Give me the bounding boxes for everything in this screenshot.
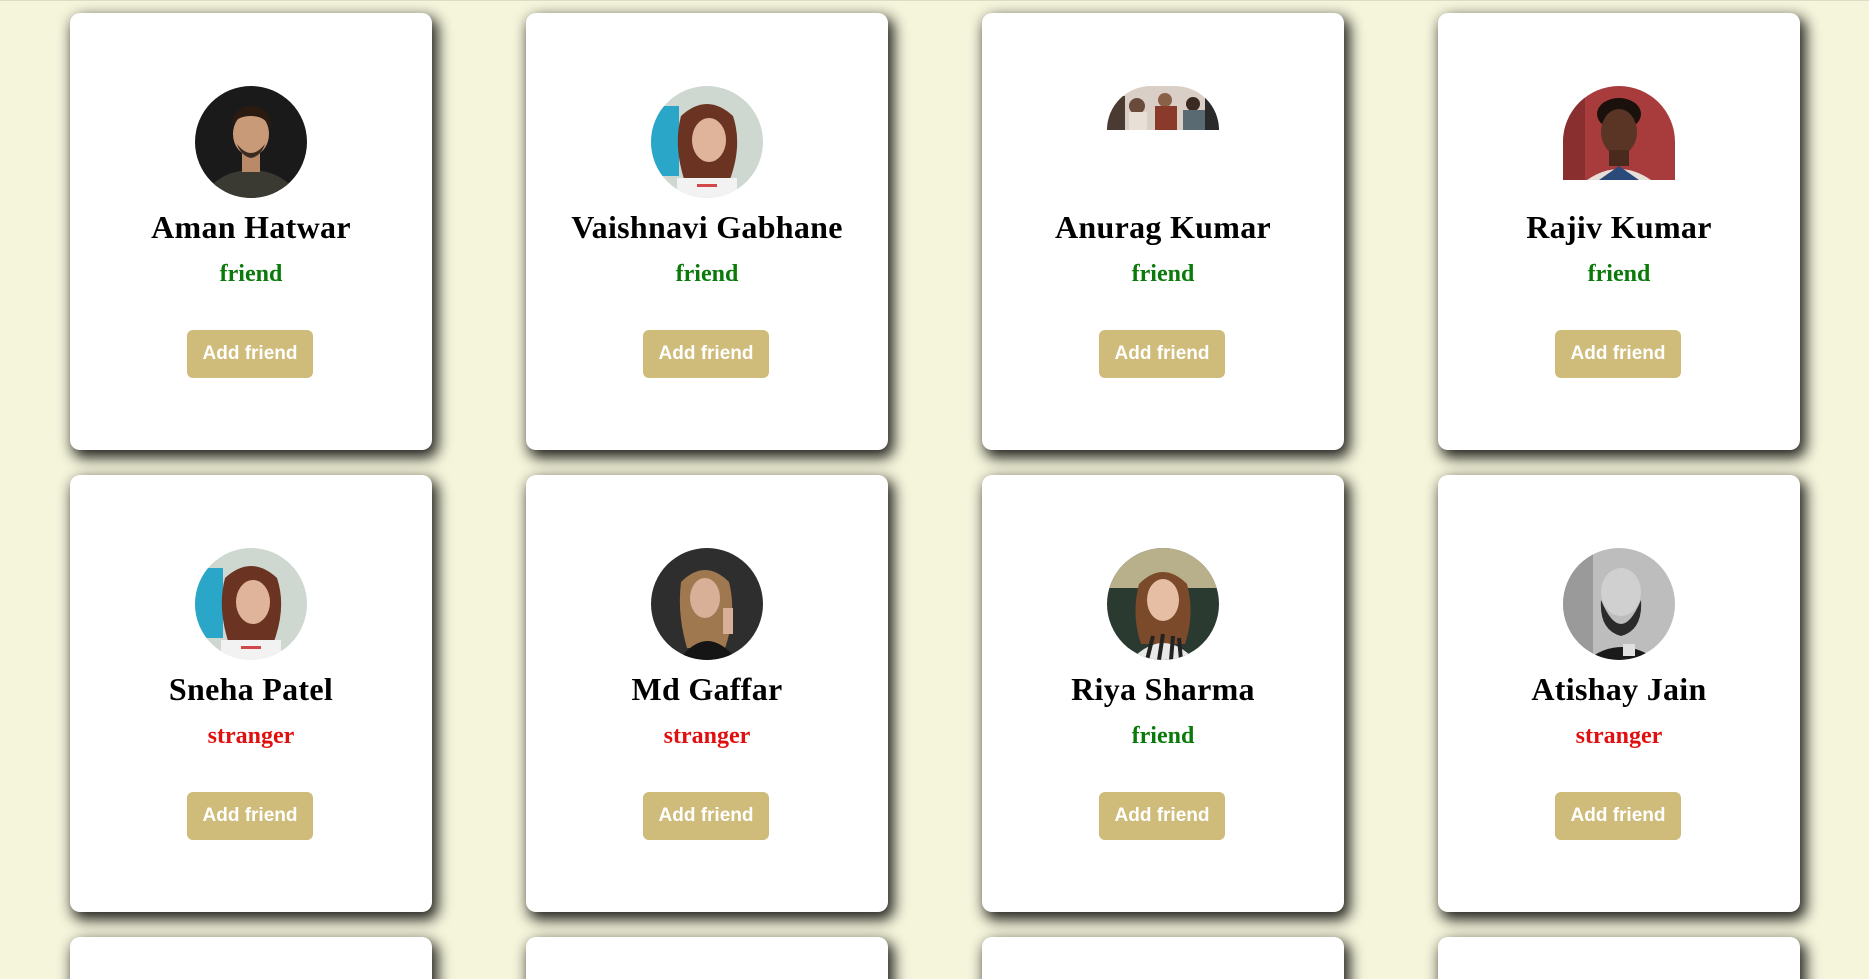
profile-name: Riya Sharma [1071, 671, 1255, 707]
profile-card: Atishay Jain stranger Add friend [1438, 475, 1800, 912]
profile-name: Anurag Kumar [1054, 209, 1272, 245]
relationship-status: friend [1131, 261, 1195, 287]
profile-name: Sneha Patel [168, 671, 334, 707]
profile-card [982, 937, 1344, 979]
profile-card: Anurag Kumar friend Add friend [982, 13, 1344, 450]
add-friend-button[interactable]: Add friend [1099, 330, 1225, 378]
woman-portrait-icon [651, 86, 763, 198]
profile-card: Vaishnavi Gabhane friend Add friend [526, 13, 888, 450]
woman-portrait-icon [1107, 548, 1219, 660]
woman-portrait-icon [195, 548, 307, 660]
bearded-man-portrait-icon [1563, 548, 1675, 660]
relationship-status: friend [675, 261, 739, 287]
profile-card [70, 937, 432, 979]
add-friend-button[interactable]: Add friend [1555, 792, 1681, 840]
profile-name: Atishay Jain [1531, 671, 1707, 707]
relationship-status: friend [1587, 261, 1651, 287]
relationship-status: stranger [1575, 723, 1663, 749]
add-friend-button[interactable]: Add friend [643, 330, 769, 378]
add-friend-button[interactable]: Add friend [643, 792, 769, 840]
add-friend-button[interactable]: Add friend [1099, 792, 1225, 840]
relationship-status: friend [1131, 723, 1195, 749]
profile-name: Md Gaffar [631, 671, 783, 707]
profile-card: Aman Hatwar friend Add friend [70, 13, 432, 450]
relationship-status: stranger [207, 723, 295, 749]
profile-card: Rajiv Kumar friend Add friend [1438, 13, 1800, 450]
profile-card: Sneha Patel stranger Add friend [70, 475, 432, 912]
profile-card: Riya Sharma friend Add friend [982, 475, 1344, 912]
add-friend-button[interactable]: Add friend [1555, 330, 1681, 378]
woman-portrait-icon [1563, 86, 1675, 180]
profile-name: Aman Hatwar [151, 209, 351, 245]
profile-card: Md Gaffar stranger Add friend [526, 475, 888, 912]
profile-name: Vaishnavi Gabhane [571, 209, 843, 245]
friends-page: Aman Hatwar friend Add friend Vaishnavi … [0, 0, 1869, 979]
profile-card [1438, 937, 1800, 979]
profile-name: Rajiv Kumar [1526, 209, 1712, 245]
add-friend-button[interactable]: Add friend [187, 792, 313, 840]
add-friend-button[interactable]: Add friend [187, 330, 313, 378]
woman-portrait-icon [651, 548, 763, 660]
man-portrait-icon [195, 86, 307, 198]
relationship-status: stranger [663, 723, 751, 749]
group-photo-icon [1107, 86, 1219, 130]
profile-card [526, 937, 888, 979]
relationship-status: friend [219, 261, 283, 287]
